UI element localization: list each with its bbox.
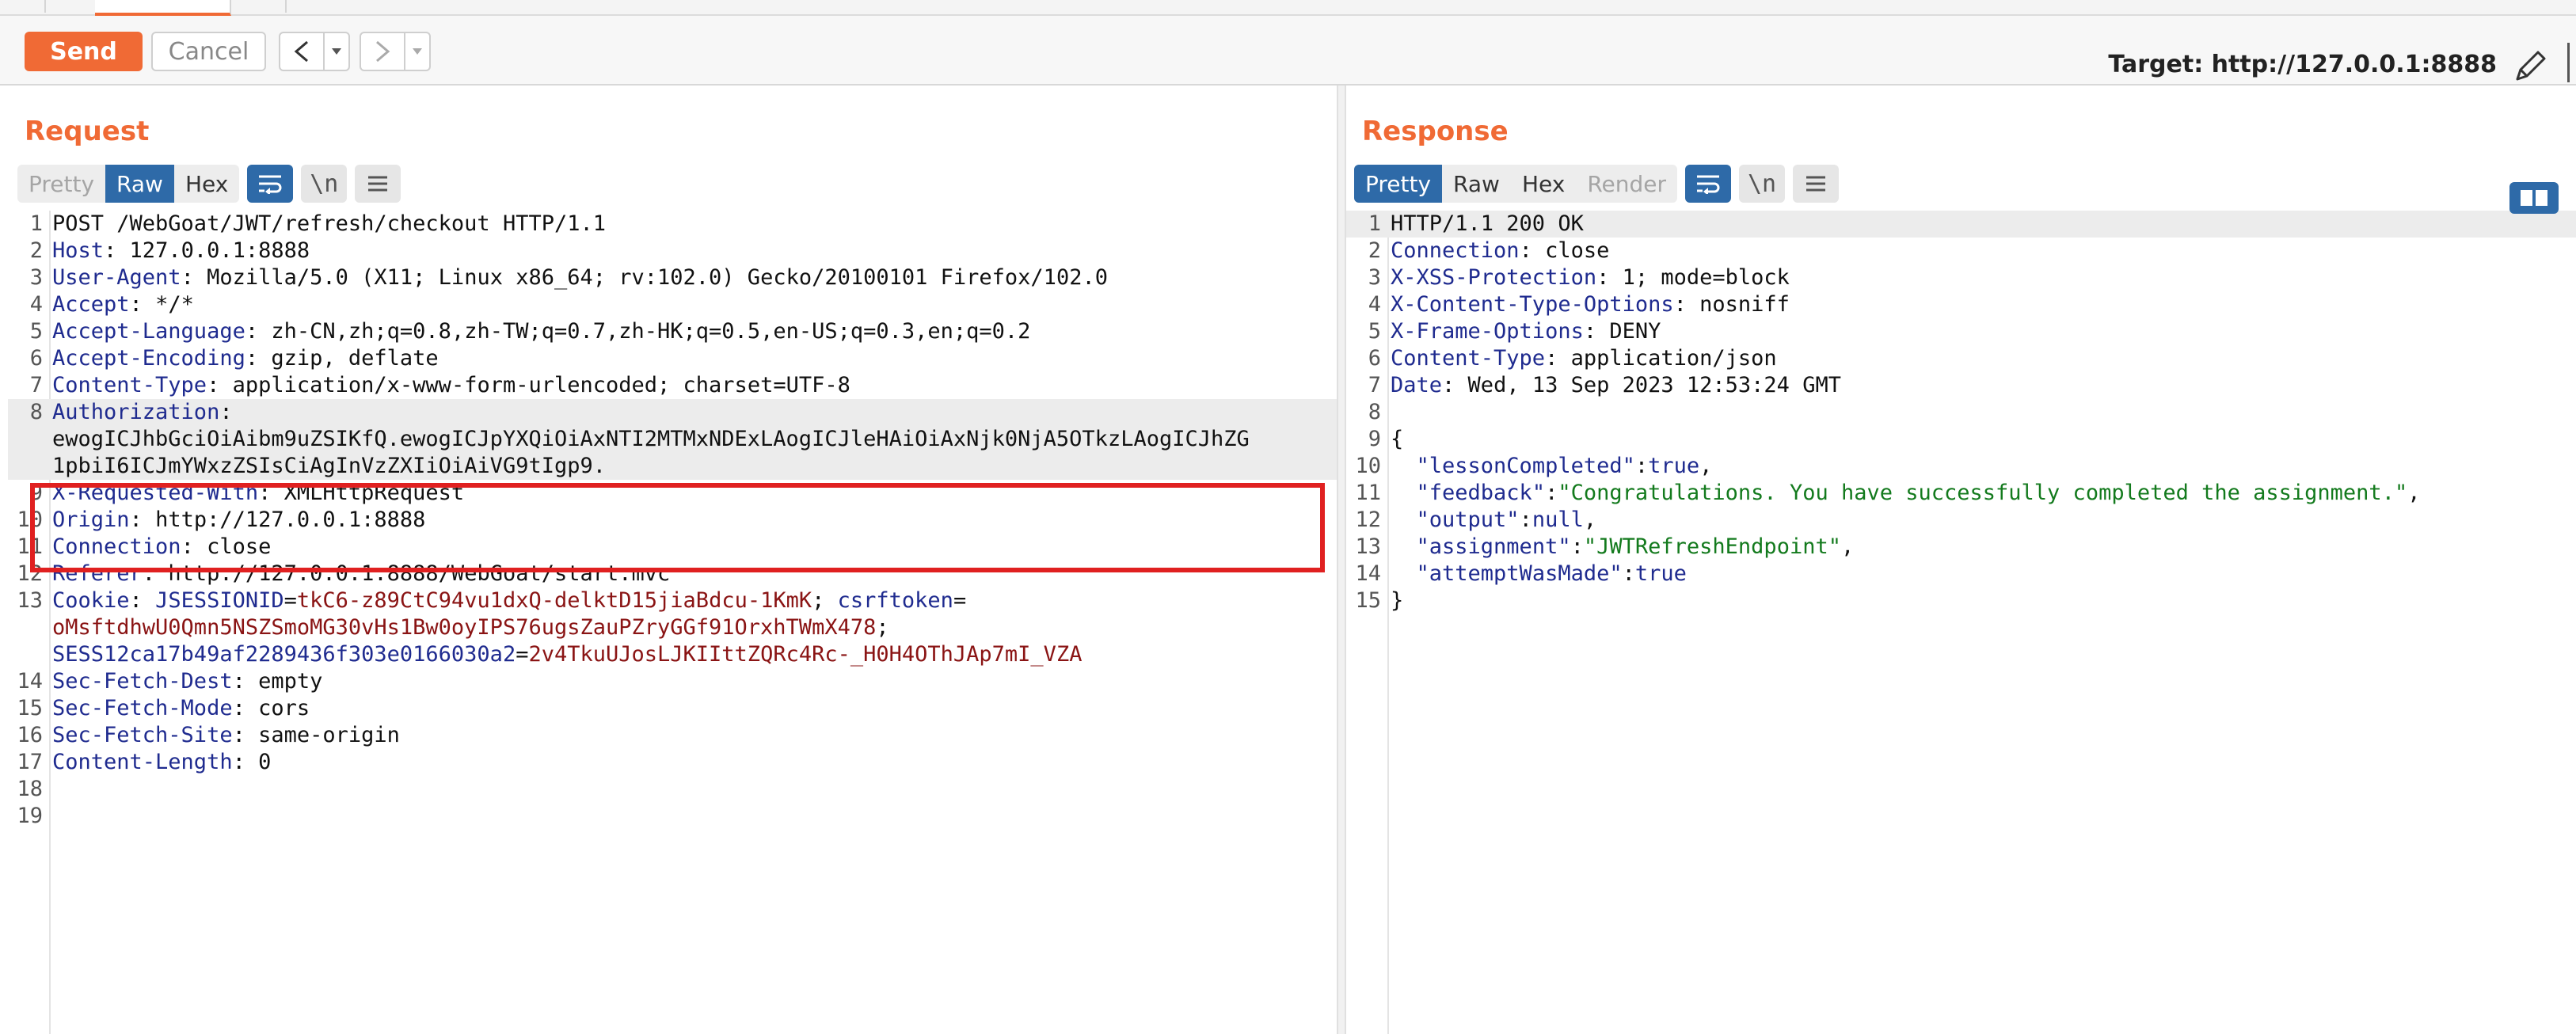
- request-line: 14 Sec-Fetch-Dest: empty: [17, 669, 323, 694]
- forward-arrow-icon[interactable]: [361, 33, 405, 70]
- request-view-hex[interactable]: Hex: [173, 165, 240, 203]
- request-line-jwt-1: ewogICJhbGciOiAibm9uZSIKfQ.ewogICJpYXQiO…: [8, 426, 1337, 453]
- request-title: Request: [25, 116, 150, 147]
- request-line: 2 Host: 127.0.0.1:8888: [29, 238, 310, 263]
- request-line-cookie-cont: oMsftdhwU0Qmn5NSZSmoMG30vHs1Bw0oyIPS76ug…: [52, 615, 889, 640]
- response-pane: Response Pretty Raw Hex Render \n 1 HTTP/…: [1346, 86, 2576, 1034]
- response-line: 5 X-Frame-Options: DENY: [1368, 319, 1661, 344]
- forward-nav[interactable]: [360, 32, 431, 71]
- edit-target-icon[interactable]: [2511, 48, 2549, 86]
- request-line-jwt-2: 1pbiI6ICJmYWxzZSIsCiAgInVzZXIiOiAiVG9tIg…: [8, 453, 1337, 480]
- response-line: 7 Date: Wed, 13 Sep 2023 12:53:24 GMT: [1368, 373, 1841, 397]
- wrap-lines-icon[interactable]: [1685, 165, 1731, 203]
- response-editor[interactable]: 1 HTTP/1.1 200 OK 2 Connection: close 3 X-X…: [1346, 211, 2576, 1034]
- response-lines: 1 HTTP/1.1 200 OK 2 Connection: close 3 X-X…: [1346, 211, 2576, 614]
- response-json-line: 11 "feedback":"Congratulations. You have…: [1355, 481, 2421, 505]
- response-view-render[interactable]: Render: [1576, 165, 1677, 203]
- response-line: 15}: [1355, 588, 1404, 613]
- response-json-line: 14 "attemptWasMade":true: [1355, 561, 1687, 586]
- request-line: 3 User-Agent: Mozilla/5.0 (X11; Linux x86…: [29, 265, 1108, 290]
- request-line-authorization: 8 Authorization:: [8, 399, 1337, 426]
- send-button[interactable]: Send: [25, 32, 143, 71]
- response-json-line: 13 "assignment":"JWTRefreshEndpoint",: [1355, 534, 1855, 559]
- back-dropdown-icon[interactable]: [325, 33, 348, 70]
- back-nav[interactable]: [279, 32, 350, 71]
- request-line: 18: [17, 777, 43, 801]
- tab-2-active[interactable]: [95, 0, 231, 16]
- response-line: 6 Content-Type: application/json: [1368, 346, 1777, 371]
- back-arrow-icon[interactable]: [280, 33, 325, 70]
- request-view-pretty[interactable]: Pretty: [17, 165, 106, 203]
- wrap-lines-icon[interactable]: [247, 165, 294, 203]
- response-view-hex[interactable]: Hex: [1510, 165, 1577, 203]
- request-view-raw[interactable]: Raw: [105, 165, 174, 203]
- request-line: 17 Content-Length: 0: [17, 750, 272, 774]
- request-editor[interactable]: 1 POST /WebGoat/JWT/refresh/checkout HTTP…: [8, 211, 1337, 1034]
- response-view-raw[interactable]: Raw: [1442, 165, 1511, 203]
- tab-add[interactable]: [230, 0, 287, 13]
- tab-strip: [0, 0, 2576, 16]
- pane-divider[interactable]: ⋮: [1337, 86, 1357, 1034]
- tab-1[interactable]: [0, 0, 46, 13]
- response-line: 8: [1368, 400, 1381, 424]
- newline-toggle[interactable]: \n: [301, 165, 348, 203]
- request-line-cookie: 13 Cookie: JSESSIONID=tkC6-z89CtC94vu1dxQ…: [17, 588, 967, 613]
- request-view-tabs: Pretty Raw Hex: [17, 165, 240, 203]
- request-line-cookie-cont: SESS12ca17b49af2289436f303e0166030a2=2v4…: [52, 642, 1083, 667]
- newline-toggle[interactable]: \n: [1739, 165, 1785, 203]
- forward-dropdown-icon[interactable]: [405, 33, 429, 70]
- request-line: 6 Accept-Encoding: gzip, deflate: [29, 346, 439, 371]
- menu-icon[interactable]: [355, 165, 401, 203]
- response-view-tabs: Pretty Raw Hex Render: [1354, 165, 1677, 203]
- cancel-button[interactable]: Cancel: [151, 32, 266, 71]
- response-title: Response: [1362, 116, 1509, 147]
- target-label: Target: http://127.0.0.1:8888: [2108, 51, 2497, 78]
- request-line: 16 Sec-Fetch-Site: same-origin: [17, 723, 400, 747]
- layout-toggle-icon[interactable]: [2509, 182, 2559, 214]
- response-line: 9{: [1368, 427, 1404, 451]
- response-line: 4 X-Content-Type-Options: nosniff: [1368, 292, 1790, 317]
- toolbar: Send Cancel Target: http://127.0.0.1:888…: [0, 16, 2576, 86]
- response-line: 1 HTTP/1.1 200 OK: [1346, 211, 2576, 238]
- authorization-highlight-box: [30, 483, 1325, 572]
- response-json-line: 12 "output":null,: [1355, 507, 1597, 532]
- request-line: 5 Accept-Language: zh-CN,zh;q=0.8,zh-TW;q…: [29, 319, 1031, 344]
- request-line: 1 POST /WebGoat/JWT/refresh/checkout HTTP…: [29, 211, 606, 236]
- response-line: 2 Connection: close: [1368, 238, 1610, 263]
- request-line: 7 Content-Type: application/x-www-form-ur…: [29, 373, 850, 397]
- request-pane: Request Pretty Raw Hex \n 1 POST /WebGoat…: [0, 86, 1337, 1034]
- response-view-pretty[interactable]: Pretty: [1354, 165, 1443, 203]
- request-view-bar: Pretty Raw Hex \n: [17, 165, 409, 203]
- response-json-line: 10 "lessonCompleted":true,: [1355, 454, 1713, 478]
- response-line: 3 X-XSS-Protection: 1; mode=block: [1368, 265, 1790, 290]
- request-line: 19: [17, 804, 43, 828]
- request-line: 4 Accept: */*: [29, 292, 194, 317]
- request-line: 15 Sec-Fetch-Mode: cors: [17, 696, 310, 720]
- response-view-bar: Pretty Raw Hex Render \n: [1354, 165, 1847, 203]
- menu-icon[interactable]: [1793, 165, 1839, 203]
- toolbar-separator: [2567, 43, 2570, 82]
